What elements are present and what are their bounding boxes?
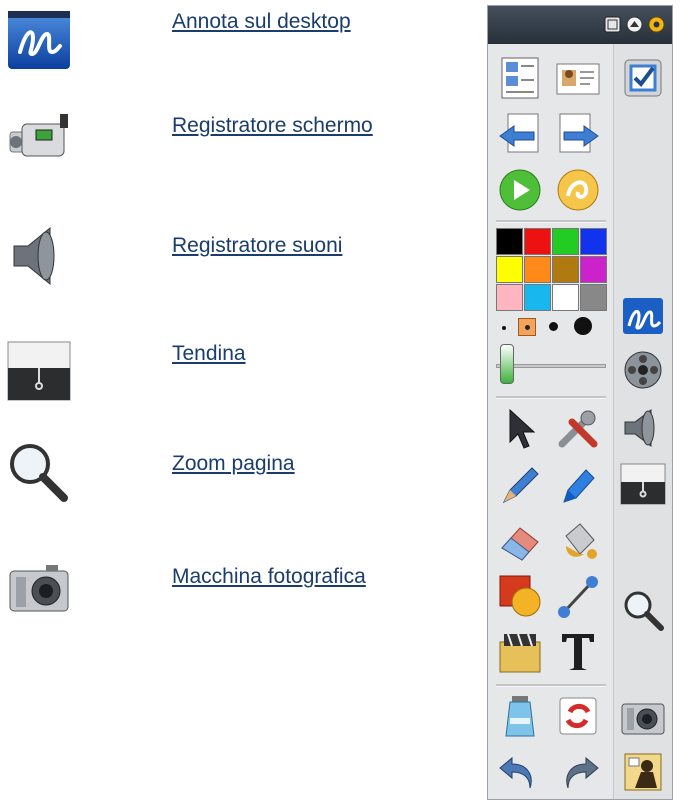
shapes-icon[interactable] [496,572,544,620]
tool-link-schermo[interactable]: Registratore schermo [172,114,373,138]
previous-page-icon[interactable] [496,110,544,158]
play-icon[interactable] [496,166,544,214]
speaker-icon[interactable] [619,404,667,452]
palette-header[interactable] [488,6,672,44]
palette-left-column [488,44,614,799]
tool-row-schermo[interactable]: Registratore schermo [0,104,470,174]
tool-link-annota[interactable]: Annota sul desktop [172,10,351,34]
film-reel-icon[interactable] [619,346,667,394]
color-swatch-brown[interactable] [552,256,579,283]
tool-row-annota[interactable]: Annota sul desktop [0,8,470,78]
redo-icon[interactable] [554,748,602,796]
gesture-icon[interactable] [554,166,602,214]
highlighter-icon[interactable] [554,460,602,508]
profile-card-icon[interactable] [554,54,602,102]
pen-annotate-icon[interactable] [619,292,667,340]
text-icon[interactable] [554,628,602,676]
tool-link-suoni[interactable]: Registratore suoni [172,234,342,258]
video-camera-icon [6,104,72,170]
color-swatch-black[interactable] [496,228,523,255]
brush-size-large[interactable] [574,317,592,335]
tool-link-foto[interactable]: Macchina fotografica [172,565,366,589]
eraser-icon[interactable] [496,516,544,564]
camera-icon [6,555,72,621]
separator [496,684,606,687]
tool-link-tendina[interactable]: Tendina [172,342,246,366]
color-swatch-white[interactable] [552,284,579,311]
screen-shade-icon[interactable] [619,460,667,508]
color-swatch-blue[interactable] [580,228,607,255]
line-icon[interactable] [554,572,602,620]
tool-row-tendina[interactable]: Tendina [0,338,470,408]
magnifier-icon[interactable] [619,586,667,634]
pen-annotate-icon [6,8,72,74]
color-swatch-pink[interactable] [496,284,523,311]
brush-size-medium[interactable] [549,322,558,331]
opacity-slider-thumb[interactable] [500,344,514,384]
color-swatch-red[interactable] [524,228,551,255]
window-icon[interactable] [604,16,621,33]
help-icon[interactable] [619,748,667,796]
next-page-icon[interactable] [554,110,602,158]
up-arrow-icon[interactable] [626,16,643,33]
separator [496,396,606,399]
tools-icon[interactable] [554,404,602,452]
toolbar-palette [487,5,673,800]
select-arrow-icon[interactable] [496,404,544,452]
magnifier-icon [6,440,72,506]
camera-icon[interactable] [619,692,667,740]
fill-bucket-icon[interactable] [554,516,602,564]
palette-right-column [614,44,672,799]
color-swatch-green[interactable] [552,228,579,255]
brush-size-tiny[interactable] [502,326,506,330]
tool-row-suoni[interactable]: Registratore suoni [0,222,470,292]
color-swatch-yellow[interactable] [496,256,523,283]
page-list-icon[interactable] [496,54,544,102]
gallery-icon[interactable] [496,628,544,676]
tool-link-zoom[interactable]: Zoom pagina [172,452,295,476]
color-swatch-purple[interactable] [580,256,607,283]
color-swatch-orange[interactable] [524,256,551,283]
brush-size-small-selected[interactable] [518,318,536,336]
color-swatch-gray[interactable] [580,284,607,311]
tool-row-foto[interactable]: Macchina fotografica [0,555,470,625]
undo-icon[interactable] [496,748,544,796]
speaker-icon [6,222,72,288]
checkbox-icon[interactable] [619,54,667,102]
clear-icon[interactable] [496,692,544,740]
tool-row-zoom[interactable]: Zoom pagina [0,440,470,510]
pen-icon[interactable] [496,460,544,508]
color-swatch-cyan[interactable] [524,284,551,311]
separator [496,220,606,223]
settings-icon[interactable] [648,16,665,33]
screen-shade-icon [6,338,72,404]
refresh-icon[interactable] [554,692,602,740]
